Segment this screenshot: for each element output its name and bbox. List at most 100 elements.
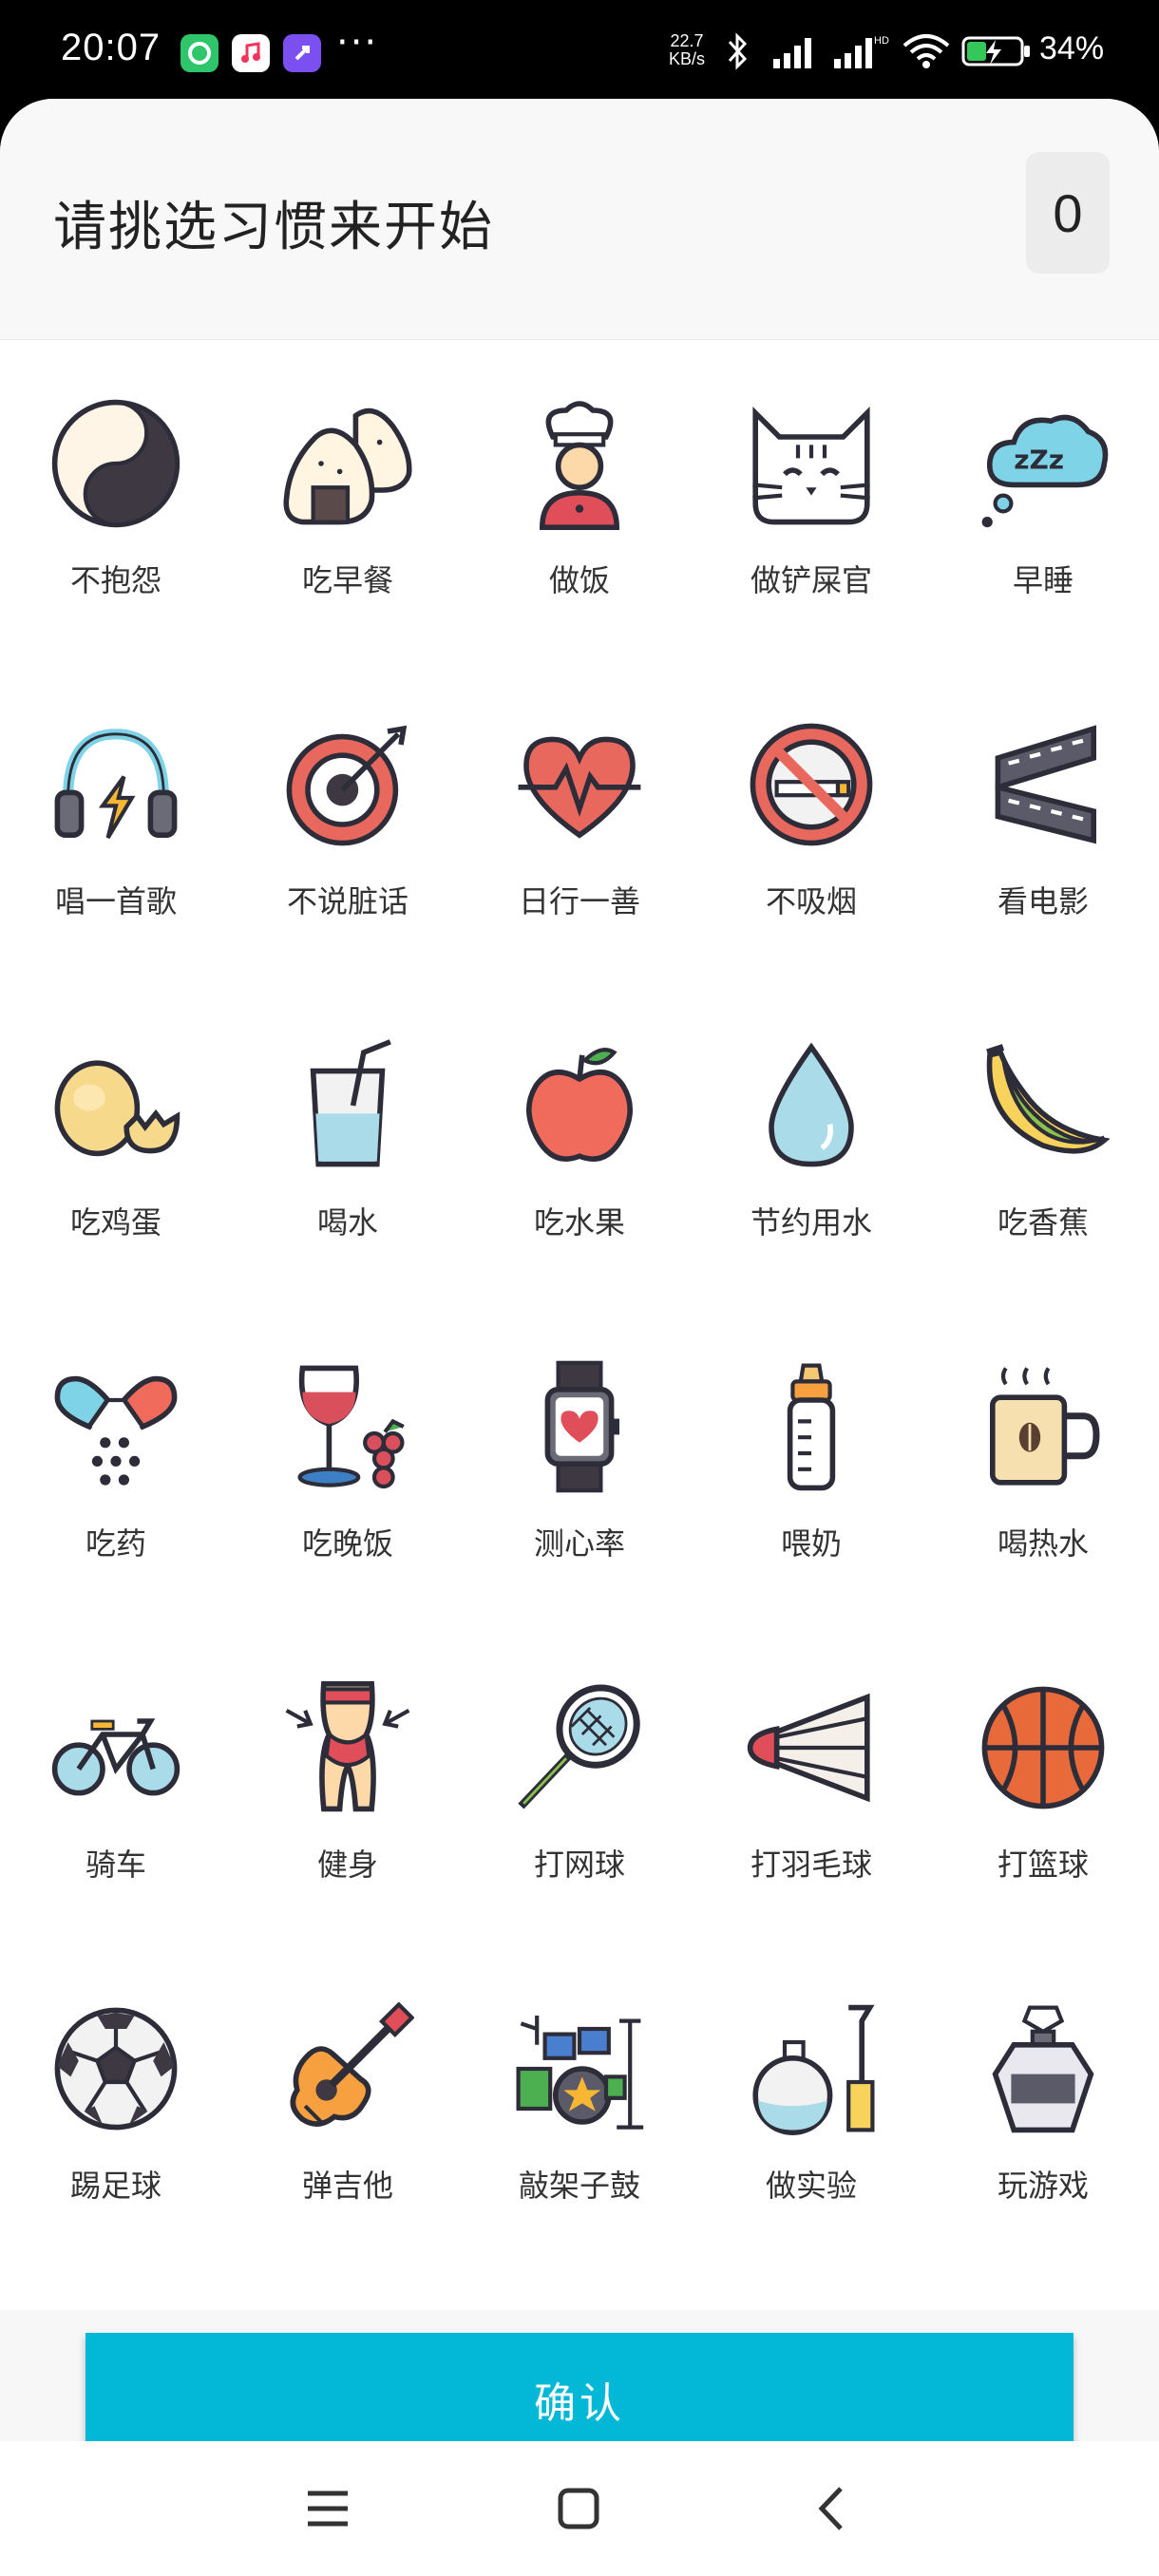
habit-item[interactable]: 吃香蕉 [927,982,1159,1241]
habit-item[interactable]: 做饭 [464,340,695,598]
lab-flask-icon [752,2004,875,2135]
habit-item[interactable]: 不说脏话 [232,661,464,919]
habit-item[interactable]: 喝热水 [927,1303,1159,1562]
habit-label: 节约用水 [750,1204,872,1241]
habit-item[interactable]: 踢足球 [0,1945,232,2204]
habit-label: 测心率 [533,1525,625,1562]
menu-icon[interactable] [294,2475,361,2542]
status-bar: 20:07 ··· 22.7 KB/s HD 34% [0,0,1159,99]
habit-label: 骑车 [85,1847,146,1883]
habit-item[interactable]: 打网球 [464,1624,695,1883]
back-icon[interactable] [798,2475,864,2542]
soccer-ball-icon [54,2007,178,2131]
habit-picker-sheet: 请挑选习惯来开始 0 不抱怨 吃早餐 做饭 做铲屎官 zZz 早睡 唱一首歌 不… [0,99,1159,2441]
habit-label: 日行一善 [518,883,640,919]
smartwatch-icon [544,1360,619,1493]
habit-label: 喂奶 [780,1525,842,1562]
svg-text:HD: HD [874,35,889,47]
baby-bottle-icon [787,1363,836,1491]
habit-label: 弹吉他 [301,2168,393,2204]
svg-text:zZz: zZz [1014,445,1064,476]
habit-item[interactable]: 日行一善 [464,661,695,919]
network-speed: 22.7 KB/s [669,32,705,68]
habit-item[interactable]: 打羽毛球 [695,1624,927,1883]
habit-label: 玩游戏 [997,2168,1089,2204]
habit-item[interactable]: 吃鸡蛋 [0,982,232,1241]
habit-label: 健身 [316,1847,378,1883]
habit-item[interactable]: 骑车 [0,1624,232,1883]
home-icon[interactable] [545,2475,612,2542]
habit-label: 喝水 [316,1204,378,1241]
water-drop-icon [769,1042,854,1167]
guitar-icon [290,2002,414,2127]
apple-icon [526,1048,633,1162]
habit-label: 唱一首歌 [54,883,177,919]
habit-label: 吃水果 [533,1204,625,1241]
no-smoking-icon [750,723,873,846]
habit-item[interactable]: 做实验 [695,1945,927,2204]
rocket-app-icon [283,34,321,72]
habit-item[interactable]: 唱一首歌 [0,661,232,919]
habit-item[interactable]: 测心率 [464,1303,695,1562]
signal-hd-icon: HD [834,35,889,68]
system-navigation-bar [0,2441,1159,2576]
habit-label: 不说脏话 [286,883,408,919]
wifi-icon [902,34,950,68]
headphones-icon [54,729,178,840]
habit-label: 踢足球 [69,2168,162,2204]
music-app-icon [232,34,270,72]
habit-label: 打网球 [533,1847,625,1883]
habit-item[interactable]: 不吸烟 [695,661,927,919]
habit-label: 不吸烟 [765,883,857,919]
habit-item[interactable]: 吃早餐 [232,340,464,598]
onigiri-icon [283,407,412,525]
habit-item[interactable]: 弹吉他 [232,1945,464,2204]
confirm-button[interactable]: 确认 [86,2333,1074,2441]
target-icon [286,725,408,846]
shuttlecock-icon [747,1693,870,1803]
heartbeat-icon [518,736,641,839]
status-time: 20:07 [61,27,162,68]
bicycle-icon [51,1718,180,1796]
habit-label: 做铲屎官 [750,562,872,598]
habit-item[interactable]: 喂奶 [695,1303,927,1562]
network-speed-value: 22.7 [670,31,704,50]
habit-item[interactable]: 敲架子鼓 [464,1945,695,2204]
sheet-header: 请挑选习惯来开始 0 [0,99,1159,340]
habit-item[interactable]: 吃晚饭 [232,1303,464,1562]
selected-count-badge: 0 [1026,152,1110,274]
drum-kit-icon [516,2016,644,2130]
green-app-icon [180,34,218,72]
habit-item[interactable]: 做铲屎官 [695,340,927,598]
habit-item[interactable]: 吃水果 [464,982,695,1241]
habit-item[interactable]: 喝水 [232,982,464,1241]
habit-item[interactable]: 不抱怨 [0,340,232,598]
tennis-racket-icon [518,1684,640,1809]
habit-item[interactable]: 健身 [232,1624,464,1883]
habit-label: 做实验 [765,2168,857,2204]
habit-item[interactable]: 吃药 [0,1303,232,1562]
habit-item[interactable]: 节约用水 [695,982,927,1241]
habit-item[interactable]: zZz 早睡 [927,340,1159,598]
fitness-body-icon [285,1681,410,1812]
habit-item[interactable]: 看电影 [927,661,1159,919]
network-speed-unit: KB/s [669,49,706,68]
perfume-bottle-icon [992,2005,1094,2133]
film-strip-icon [995,725,1096,844]
yin-yang-icon [51,399,180,528]
habit-label: 吃早餐 [301,562,393,598]
sleep-cloud-icon: zZz [981,414,1109,528]
habit-label: 喝热水 [997,1525,1089,1562]
page-title: 请挑选习惯来开始 [53,197,494,258]
habit-item[interactable]: 玩游戏 [927,1945,1159,2204]
signal-icon [773,38,811,68]
water-glass-icon [310,1039,391,1167]
basketball-icon [981,1686,1105,1809]
habit-label: 早睡 [1012,562,1074,598]
habit-item[interactable]: 打篮球 [927,1624,1159,1883]
battery-charging-icon [961,36,1030,66]
habit-label: 吃香蕉 [997,1204,1089,1241]
habit-label: 吃药 [85,1525,146,1562]
banana-icon [986,1044,1110,1154]
habit-label: 吃鸡蛋 [69,1204,162,1241]
